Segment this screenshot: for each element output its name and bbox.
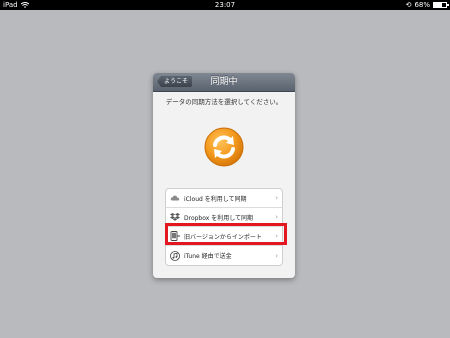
music-note-icon (170, 250, 180, 261)
battery-fill (434, 3, 443, 7)
status-time: 23:07 (214, 1, 236, 9)
battery-percent: 68% (414, 1, 430, 9)
option-icloud[interactable]: iCloud を利用して同期 › (166, 189, 282, 208)
sync-icon (203, 126, 245, 168)
chevron-right-icon: › (275, 251, 278, 260)
sync-panel: ようこそ 同期中 データの同期方法を選択してください。 iCloud を利用して… (153, 73, 295, 278)
chevron-right-icon: › (275, 213, 278, 221)
highlight-box (165, 223, 287, 245)
option-itunes[interactable]: iTune 経由で送金 › (166, 246, 282, 265)
cloud-icon (170, 195, 180, 201)
dropbox-icon (170, 213, 180, 221)
status-right: ⟲ 68% (405, 0, 449, 10)
navigation-bar: ようこそ 同期中 (153, 73, 295, 92)
battery-icon (433, 2, 449, 8)
lock-rotation-icon: ⟲ (405, 1, 412, 9)
chevron-right-icon: › (275, 194, 278, 202)
battery-cap (447, 4, 449, 6)
option-label-itunes: iTune 経由で送金 (184, 253, 232, 260)
option-label-dropbox: Dropbox を利用して同期 (184, 214, 254, 222)
instruction-text: データの同期方法を選択してください。 (165, 98, 283, 106)
nav-title: 同期中 (210, 77, 238, 87)
option-label-icloud: iCloud を利用して同期 (184, 195, 247, 203)
status-bar: iPad 23:07 ⟲ 68% (0, 0, 450, 10)
